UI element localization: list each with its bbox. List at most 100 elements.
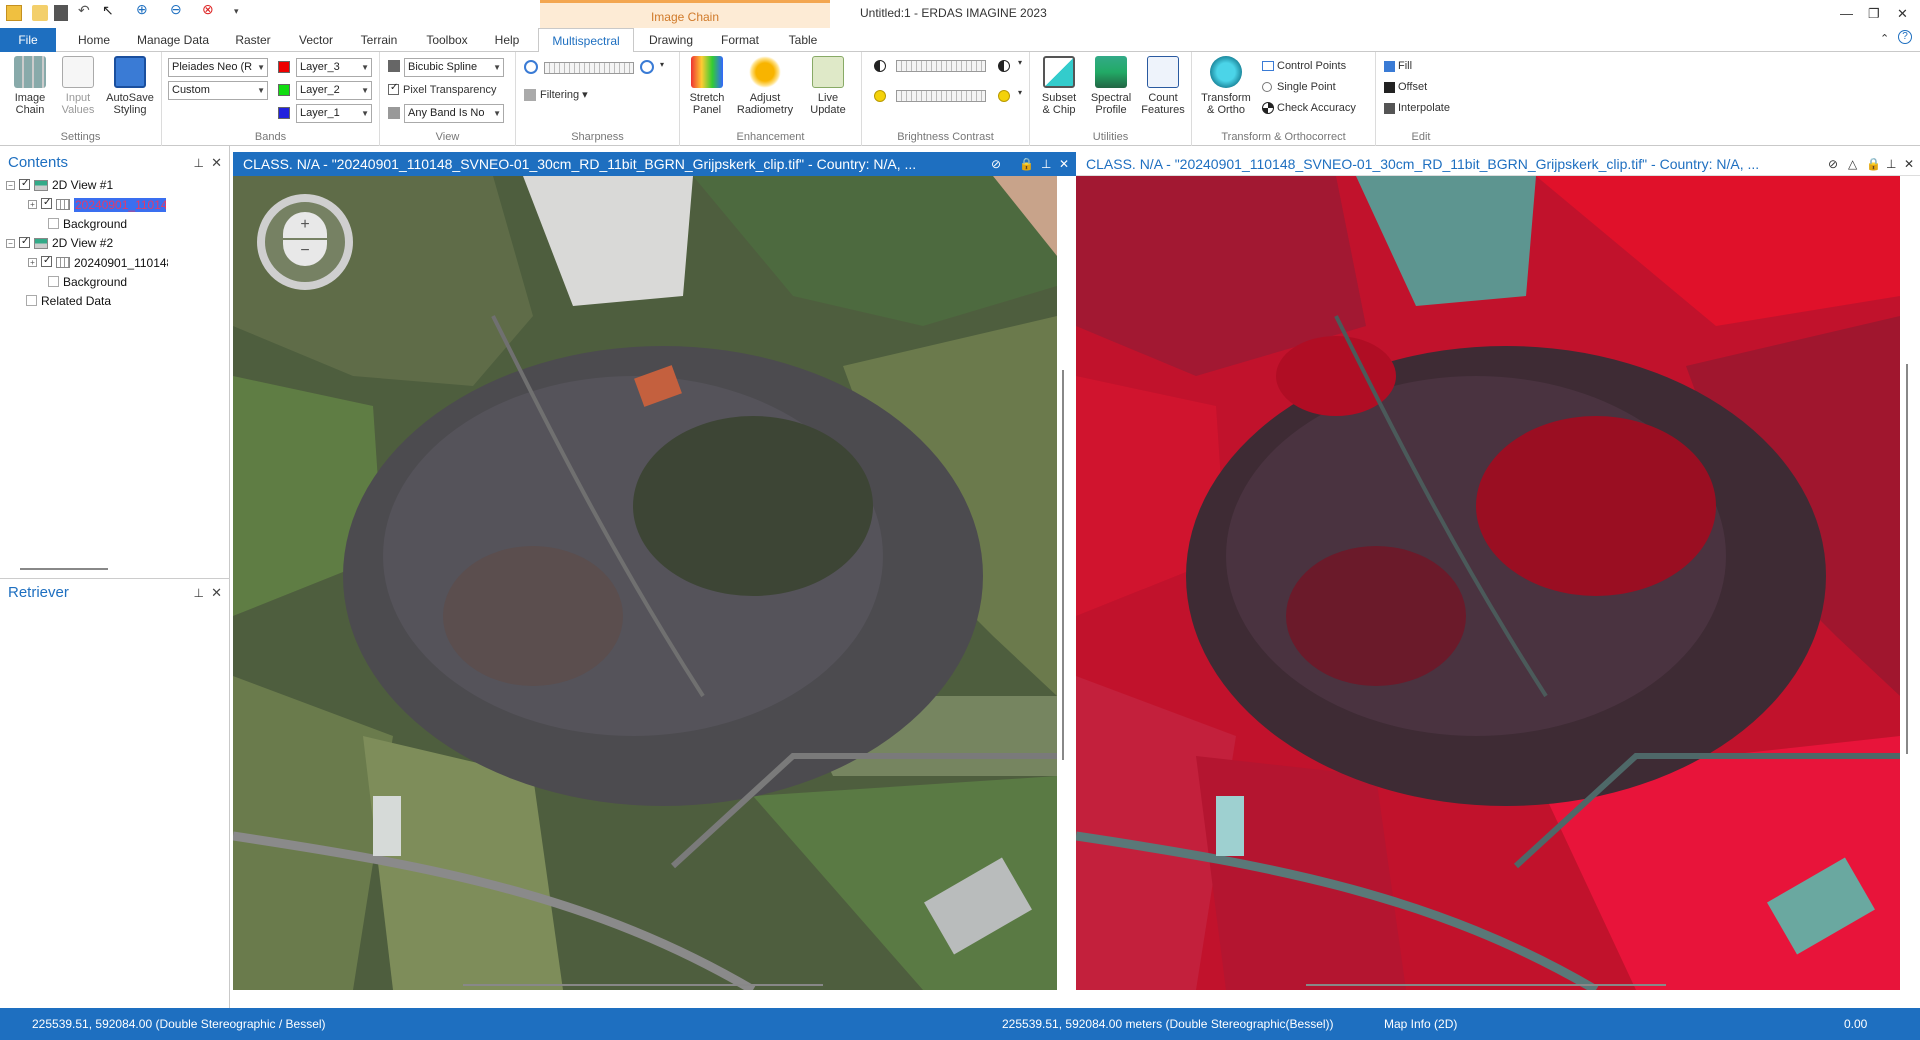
layer2-checkbox[interactable] — [41, 254, 52, 268]
view2-canvas[interactable] — [1076, 176, 1900, 990]
status-map-info[interactable]: Map Info (2D) — [1384, 1017, 1457, 1031]
collapse-icon[interactable]: − — [6, 239, 15, 249]
open-folder-icon[interactable] — [32, 5, 48, 21]
contents-scrollbar[interactable] — [20, 568, 108, 570]
app-icon[interactable] — [6, 5, 22, 21]
view1-header[interactable]: CLASS. N/A - "20240901_110148_SVNEO-01_3… — [233, 152, 1076, 176]
interpolate-button[interactable]: Interpolate — [1384, 102, 1450, 114]
autosave-styling-button[interactable]: AutoSave Styling — [102, 56, 158, 116]
pin-icon[interactable]: ⊥ — [194, 582, 204, 604]
subset-chip-button[interactable]: Subset & Chip — [1034, 56, 1084, 116]
tree-background2[interactable]: Background — [48, 275, 127, 289]
sensor-select[interactable]: Pleiades Neo (R ▼ — [168, 58, 268, 77]
tab-help[interactable]: Help — [486, 28, 528, 52]
adjust-radiometry-button[interactable]: Adjust Radiometry — [732, 56, 798, 116]
layer1-checkbox[interactable] — [41, 196, 52, 210]
pin-icon[interactable]: ⊥ — [1041, 152, 1051, 176]
spectral-profile-button[interactable]: Spectral Profile — [1086, 56, 1136, 116]
input-values-button[interactable]: Input Values — [56, 56, 100, 116]
collapse-icon[interactable]: − — [6, 181, 15, 191]
collapse-ribbon-icon[interactable]: ⌃ — [1880, 32, 1889, 45]
tab-toolbox[interactable]: Toolbox — [418, 28, 476, 52]
pin-icon[interactable]: ⊥ — [194, 152, 204, 174]
tree-background1[interactable]: Background — [48, 217, 127, 231]
sharpness-dropdown-icon[interactable]: ▾ — [660, 60, 664, 69]
restore-button[interactable]: ❐ — [1868, 6, 1880, 22]
help-icon[interactable]: ? — [1898, 30, 1912, 44]
tab-table[interactable]: Table — [778, 28, 828, 52]
warning-icon[interactable]: △ — [1848, 152, 1857, 175]
zoom-in-button[interactable]: + — [283, 212, 327, 238]
lock-icon[interactable]: 🔒 — [1019, 152, 1034, 176]
tree-view1[interactable]: −2D View #1 — [6, 177, 113, 192]
navigation-compass[interactable]: + − — [257, 194, 353, 290]
fill-icon — [1384, 60, 1395, 72]
transform-ortho-button[interactable]: Transform & Ortho — [1198, 56, 1254, 116]
view2-header[interactable]: CLASS. N/A - "20240901_110148_SVNEO-01_3… — [1076, 152, 1920, 176]
control-points-button[interactable]: Control Points — [1262, 60, 1346, 72]
view2-v-scrollbar[interactable] — [1906, 364, 1908, 754]
tree-related-data[interactable]: Related Data — [26, 294, 111, 308]
fill-button[interactable]: Fill — [1384, 60, 1412, 72]
tree-layer2[interactable]: +20240901_110148_SVNE — [28, 254, 168, 270]
view2-checkbox[interactable] — [19, 235, 30, 249]
red-layer-select[interactable]: Layer_3 ▼ — [296, 58, 372, 77]
lock-icon[interactable]: 🔒 — [1866, 152, 1881, 175]
view1-canvas[interactable]: + − — [233, 176, 1057, 990]
brightness-dropdown-icon[interactable]: ▾ — [1018, 88, 1022, 97]
view1-v-scrollbar[interactable] — [1062, 370, 1064, 760]
zoom-out-button[interactable]: − — [283, 240, 327, 266]
resample-method-select[interactable]: Bicubic Spline ▼ — [404, 58, 504, 77]
tree-view2[interactable]: −2D View #2 — [6, 235, 113, 250]
tab-file[interactable]: File — [0, 28, 56, 52]
offset-button[interactable]: Offset — [1384, 81, 1427, 93]
check-accuracy-button[interactable]: Check Accuracy — [1262, 102, 1356, 115]
count-features-button[interactable]: Count Features — [1138, 56, 1188, 116]
sync-icon[interactable]: ⊘ — [991, 152, 1001, 176]
close-icon[interactable]: ✕ — [211, 152, 222, 174]
close-button[interactable]: ✕ — [1897, 6, 1908, 22]
undo-icon[interactable]: ↶ — [78, 2, 94, 18]
nodata-rule-select[interactable]: Any Band Is No ▼ — [404, 104, 504, 123]
view1-checkbox[interactable] — [19, 177, 30, 191]
pin-icon[interactable]: ⊥ — [1886, 152, 1896, 175]
sharpness-slider[interactable] — [544, 62, 634, 74]
close-icon[interactable]: ✕ — [211, 582, 222, 604]
sync-icon[interactable]: ⊘ — [1828, 152, 1838, 175]
stretch-panel-button[interactable]: Stretch Panel — [684, 56, 730, 116]
save-icon[interactable] — [54, 5, 68, 21]
pixel-transparency-checkbox[interactable]: Pixel Transparency — [388, 82, 497, 96]
clear-view-icon[interactable]: ⊗ — [202, 1, 218, 17]
tab-drawing[interactable]: Drawing — [642, 28, 700, 52]
image-chain-button[interactable]: Image Chain — [6, 56, 54, 116]
close-icon[interactable]: ✕ — [1059, 152, 1069, 176]
view2-h-scrollbar[interactable] — [1306, 984, 1666, 986]
contrast-dropdown-icon[interactable]: ▾ — [1018, 58, 1022, 67]
single-point-button[interactable]: Single Point — [1262, 81, 1336, 93]
tree-layer1[interactable]: +20240901_110148_SVNE — [28, 196, 166, 212]
tab-terrain[interactable]: Terrain — [352, 28, 406, 52]
tab-format[interactable]: Format — [712, 28, 768, 52]
contrast-slider[interactable] — [896, 60, 986, 72]
filtering-button[interactable]: Filtering ▾ — [524, 88, 588, 102]
tab-vector[interactable]: Vector — [290, 28, 342, 52]
close-icon[interactable]: ✕ — [1904, 152, 1914, 175]
tab-raster[interactable]: Raster — [228, 28, 278, 52]
expand-icon[interactable]: + — [28, 200, 37, 210]
live-update-button[interactable]: Live Update — [800, 56, 856, 116]
band-combination-select[interactable]: Custom ▼ — [168, 81, 268, 100]
minimize-button[interactable]: — — [1840, 6, 1853, 21]
tab-manage-data[interactable]: Manage Data — [130, 28, 216, 52]
customize-toolbar-icon[interactable]: ▾ — [234, 6, 250, 22]
select-pointer-icon[interactable]: ↖ — [102, 2, 118, 18]
brightness-slider[interactable] — [896, 90, 986, 102]
tab-multispectral[interactable]: Multispectral — [538, 28, 634, 53]
zoom-in-icon[interactable]: ⊕ — [136, 1, 152, 17]
panel-divider[interactable] — [0, 578, 230, 579]
view1-h-scrollbar[interactable] — [463, 984, 823, 986]
green-layer-select[interactable]: Layer_2 ▼ — [296, 81, 372, 100]
zoom-out-icon[interactable]: ⊖ — [170, 1, 186, 17]
blue-layer-select[interactable]: Layer_1 ▼ — [296, 104, 372, 123]
expand-icon[interactable]: + — [28, 258, 37, 268]
tab-home[interactable]: Home — [70, 28, 118, 52]
